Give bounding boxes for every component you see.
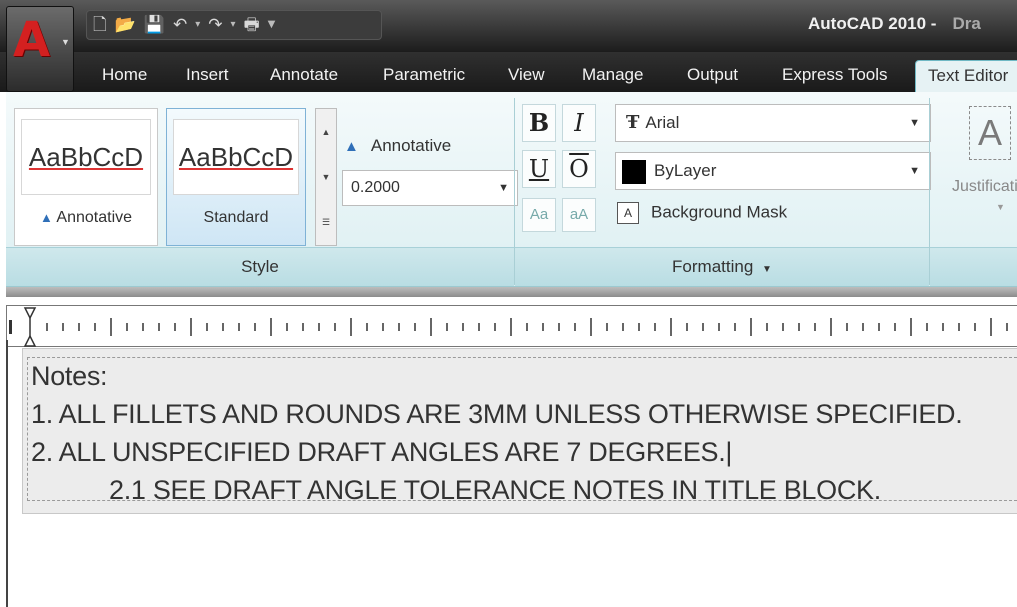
undo-icon[interactable]: ↶ xyxy=(173,16,187,34)
truetype-font-icon: Ŧ xyxy=(626,112,640,133)
underline-button[interactable]: U xyxy=(522,150,556,188)
annotative-icon: ▲ xyxy=(344,138,359,155)
font-value: Arial xyxy=(645,113,680,132)
tab-express-tools[interactable]: Express Tools xyxy=(782,60,888,92)
bold-button[interactable]: B xyxy=(522,104,556,142)
document-title: Dra xyxy=(952,14,981,33)
paragraph-indent-marker[interactable] xyxy=(23,334,37,347)
background-mask-button[interactable]: A Background Mask xyxy=(617,202,787,224)
ruler-ticks xyxy=(9,307,1008,347)
chevron-down-icon: ▼ xyxy=(996,202,1005,212)
customize-caret-icon[interactable]: ▼ xyxy=(268,20,276,30)
style-caption: ▲ Annotative xyxy=(15,209,157,227)
tab-text-editor[interactable]: Text Editor xyxy=(915,60,1017,92)
tab-insert[interactable]: Insert xyxy=(186,60,229,92)
italic-button[interactable]: I xyxy=(562,104,596,142)
ribbon: AaBbCcD ▲ Annotative AaBbCcD Standard ▲ … xyxy=(6,92,1017,287)
undo-dropdown-icon[interactable]: ▾ xyxy=(195,20,200,30)
background-mask-label: Background Mask xyxy=(651,202,788,222)
text-height-combo[interactable]: 0.2000 ▼ xyxy=(342,170,518,206)
redo-icon[interactable]: ↷ xyxy=(208,16,222,34)
mtext-editor[interactable]: Notes: 1. ALL FILLETS AND ROUNDS ARE 3MM… xyxy=(22,348,1017,514)
tab-manage[interactable]: Manage xyxy=(582,60,643,92)
font-combo[interactable]: Ŧ Arial ▼ xyxy=(615,104,931,142)
text-ruler[interactable] xyxy=(6,305,1017,347)
style-preview: AaBbCcD xyxy=(173,119,299,195)
paragraph-panel-title xyxy=(930,247,1017,286)
window-left-edge xyxy=(6,340,8,607)
annotative-icon: ▲ xyxy=(39,210,53,225)
notes-heading[interactable]: Notes: xyxy=(31,361,108,392)
tab-annotate[interactable]: Annotate xyxy=(270,60,338,92)
ribbon-tab-bar: Home Insert Annotate Parametric View Man… xyxy=(0,52,1017,92)
autocad-logo-icon: A xyxy=(13,12,51,68)
tab-parametric[interactable]: Parametric xyxy=(383,60,465,92)
annotative-label: Annotative xyxy=(370,136,452,155)
text-style-annotative[interactable]: AaBbCcD ▲ Annotative xyxy=(14,108,158,246)
chevron-down-icon: ▼ xyxy=(762,264,772,275)
open-icon[interactable]: 📂 xyxy=(115,16,136,34)
chevron-down-icon: ▼ xyxy=(909,165,920,177)
new-icon[interactable]: 🗋 xyxy=(93,16,107,34)
editor-divider xyxy=(6,287,1017,297)
tab-home[interactable]: Home xyxy=(102,60,147,92)
color-swatch xyxy=(622,159,646,184)
color-combo[interactable]: ByLayer ▼ xyxy=(615,152,931,190)
tab-output[interactable]: Output xyxy=(687,60,738,92)
formatting-panel-title[interactable]: Formatting ▼ xyxy=(515,247,929,286)
ruler-left-handle[interactable] xyxy=(9,320,12,334)
application-menu-button[interactable]: A ▼ xyxy=(6,6,74,92)
justification-label[interactable]: Justificati xyxy=(952,178,1017,196)
scroll-down-icon[interactable]: ▼ xyxy=(322,172,331,182)
quick-access-toolbar: 🗋 📂 💾 ↶ ▾ ↷ ▾ 🖶 ▼ xyxy=(86,10,382,40)
chevron-down-icon: ▼ xyxy=(498,182,509,194)
lowercase-button[interactable]: aA xyxy=(562,198,596,232)
chevron-down-icon: ▼ xyxy=(61,37,70,47)
style-label: Annotative xyxy=(56,209,133,226)
tab-view[interactable]: View xyxy=(508,60,545,92)
app-title: AutoCAD 2010 - xyxy=(808,14,937,33)
text-height-value: 0.2000 xyxy=(351,179,400,196)
first-line-indent-marker[interactable] xyxy=(23,307,37,320)
text-style-standard[interactable]: AaBbCcD Standard xyxy=(166,108,306,246)
redo-dropdown-icon[interactable]: ▾ xyxy=(231,20,236,30)
title-bar: 🗋 📂 💾 ↶ ▾ ↷ ▾ 🖶 ▼ AutoCAD 2010 - Dra xyxy=(0,0,1017,52)
style-label: Standard xyxy=(203,209,269,226)
uppercase-button[interactable]: Aa xyxy=(522,198,556,232)
background-mask-icon: A xyxy=(617,202,639,224)
scroll-up-icon[interactable]: ▲ xyxy=(322,127,331,137)
save-icon[interactable]: 💾 xyxy=(144,16,165,34)
color-value: ByLayer xyxy=(654,161,717,180)
style-panel-title: Style xyxy=(6,247,514,286)
window-title: AutoCAD 2010 - Dra xyxy=(808,14,981,34)
note-line-2-1[interactable]: 2.1 SEE DRAFT ANGLE TOLERANCE NOTES IN T… xyxy=(109,475,881,506)
note-line-1[interactable]: 1. ALL FILLETS AND ROUNDS ARE 3MM UNLESS… xyxy=(31,399,963,430)
note-line-2[interactable]: 2. ALL UNSPECIFIED DRAFT ANGLES ARE 7 DE… xyxy=(31,437,732,468)
chevron-down-icon: ▼ xyxy=(909,117,920,129)
justification-icon[interactable]: A xyxy=(969,106,1011,160)
expand-gallery-icon[interactable]: ☰ xyxy=(322,217,330,228)
style-gallery-scroller[interactable]: ▲ ▼ ☰ xyxy=(315,108,337,246)
plot-icon[interactable]: 🖶 xyxy=(244,16,260,34)
style-preview: AaBbCcD xyxy=(21,119,151,195)
formatting-title-label: Formatting xyxy=(672,257,754,276)
annotative-toggle[interactable]: ▲ Annotative xyxy=(344,136,451,156)
overline-button[interactable]: O xyxy=(562,150,596,188)
